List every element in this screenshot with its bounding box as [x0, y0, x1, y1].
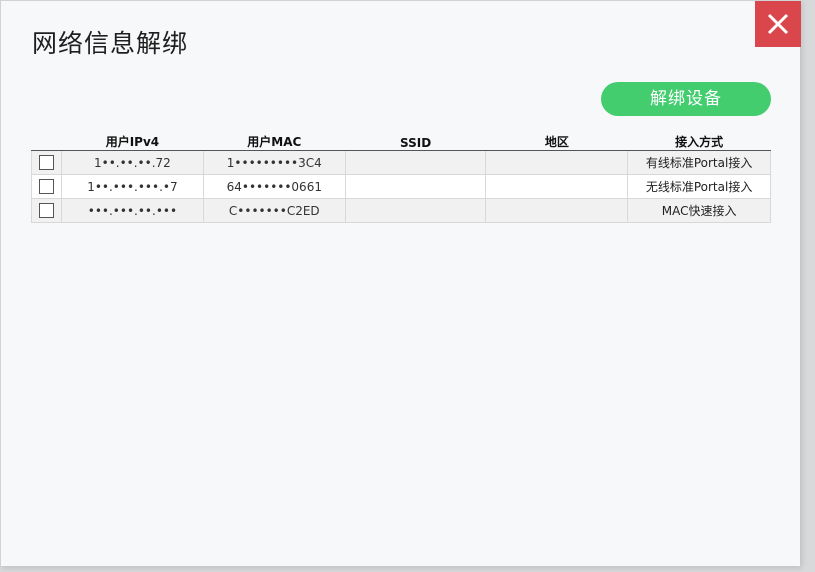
unbind-dialog: 网络信息解绑 解绑设备 用户IPv4 用户MAC SSID 地区 接入方式 1•… [0, 0, 801, 566]
unbind-device-button[interactable]: 解绑设备 [601, 82, 771, 116]
mac-cell: 1•••••••••3C4 [202, 150, 346, 175]
ssid-cell [344, 198, 487, 223]
ip-value: 1••.••.••.72 [93, 155, 171, 170]
close-button[interactable] [755, 1, 801, 47]
header-ssid: SSID [345, 128, 486, 151]
table-row: •••.•••.••.••• C•••••••C2ED MAC快速接入 [31, 198, 771, 223]
table-row: 1••.•••.•••.•7 64•••••••0661 无线标准Portal接… [31, 174, 771, 199]
row-checkbox[interactable] [38, 155, 54, 170]
row-checkbox[interactable] [38, 203, 54, 218]
row-checkbox[interactable] [38, 179, 54, 194]
mac-cell: C•••••••C2ED [202, 198, 346, 223]
region-cell [485, 174, 629, 199]
mac-cell: 64•••••••0661 [202, 174, 346, 199]
header-ip: 用户IPv4 [61, 128, 204, 151]
row-checkbox-cell [31, 174, 62, 199]
mac-value: 64•••••••0661 [226, 179, 322, 194]
close-icon [767, 13, 789, 35]
ssid-cell [344, 150, 487, 175]
region-cell [485, 150, 629, 175]
mac-value: C•••••••C2ED [228, 203, 320, 218]
table-row: 1••.••.••.72 1•••••••••3C4 有线标准Portal接入 [31, 150, 771, 175]
method-cell: MAC快速接入 [627, 198, 771, 223]
ip-cell: 1••.••.••.72 [60, 150, 204, 175]
device-table: 用户IPv4 用户MAC SSID 地区 接入方式 1••.••.••.72 1… [31, 128, 771, 223]
ip-value: •••.•••.••.••• [87, 203, 178, 218]
header-checkbox-cell [31, 128, 62, 151]
mac-value: 1•••••••••3C4 [226, 155, 322, 170]
ip-value: 1••.•••.•••.•7 [87, 179, 178, 194]
method-cell: 无线标准Portal接入 [627, 174, 771, 199]
header-mac: 用户MAC [203, 128, 346, 151]
header-method: 接入方式 [627, 128, 771, 151]
ip-cell: •••.•••.••.••• [60, 198, 204, 223]
region-cell [485, 198, 629, 223]
dialog-title: 网络信息解绑 [32, 29, 189, 58]
ssid-cell [344, 174, 487, 199]
ip-cell: 1••.•••.•••.•7 [60, 174, 204, 199]
row-checkbox-cell [31, 150, 62, 175]
header-region: 地区 [485, 128, 628, 151]
table-header-row: 用户IPv4 用户MAC SSID 地区 接入方式 [31, 128, 771, 151]
method-cell: 有线标准Portal接入 [627, 150, 771, 175]
row-checkbox-cell [31, 198, 62, 223]
